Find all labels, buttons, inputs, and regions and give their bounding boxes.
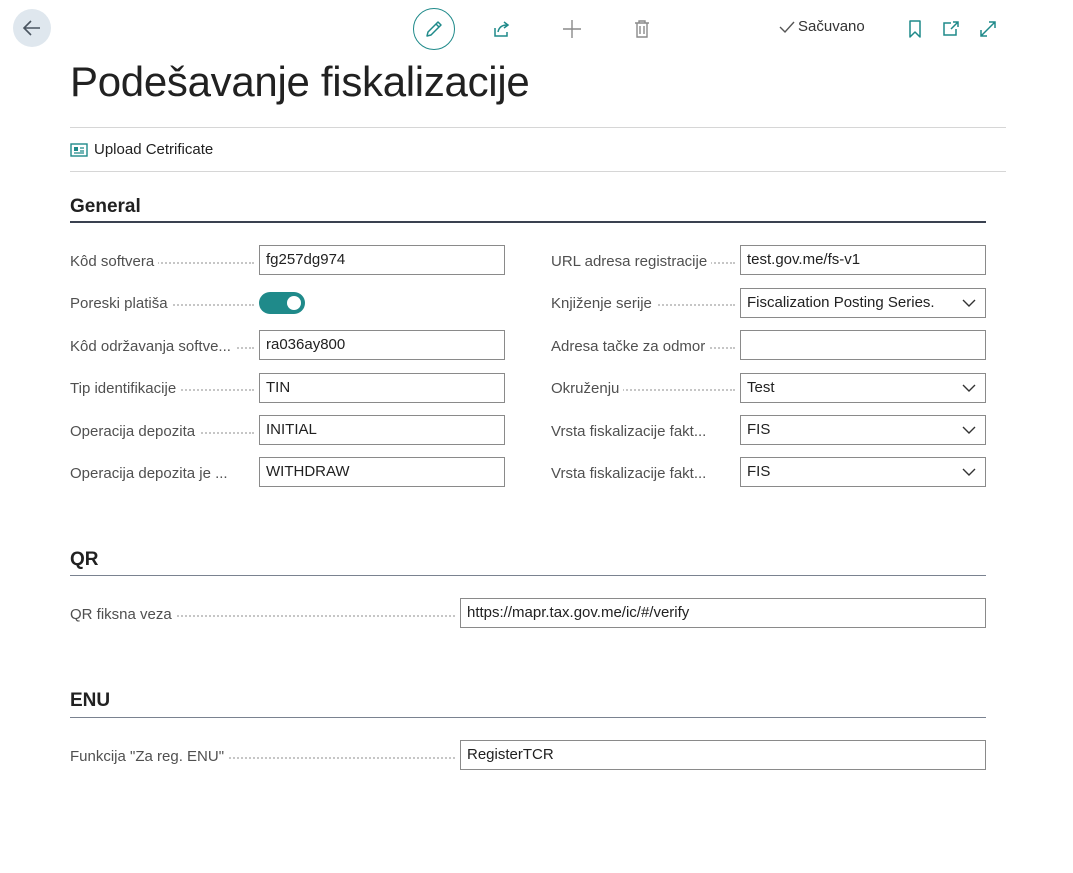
vrsta-fiskalizacije-1-select[interactable]: FIS (740, 415, 986, 445)
field-label-kod-odrzavanja: Kôd održavanja softve... (70, 338, 256, 355)
field-label-tip-identifikacije: Tip identifikacije (70, 380, 181, 397)
tip-identifikacije-input[interactable]: TIN (259, 373, 505, 403)
funkcija-za-reg-enu-input[interactable]: RegisterTCR (460, 740, 986, 770)
share-icon (494, 21, 510, 37)
knjizenje-serije-select[interactable]: Fiscalization Posting Series. (740, 288, 986, 318)
checkmark-icon (779, 21, 795, 33)
bookmark-button[interactable] (896, 10, 934, 48)
kod-softvera-input[interactable]: fg257dg974 (259, 245, 505, 275)
vrsta-fiskalizacije-1-value: FIS (747, 421, 771, 438)
back-button[interactable] (13, 9, 51, 47)
chevron-down-icon (962, 468, 976, 476)
share-button[interactable] (483, 10, 521, 48)
section-enu-line (70, 717, 986, 718)
upload-certificate-label: Upload Cetrificate (94, 141, 214, 158)
adresa-tacke-input[interactable] (740, 330, 986, 360)
certificate-icon (70, 142, 88, 157)
toggle-knob (287, 296, 301, 310)
bookmark-icon (909, 20, 921, 38)
chevron-down-icon (962, 299, 976, 307)
open-in-new-icon (943, 21, 959, 36)
section-qr-title: QR (70, 549, 99, 570)
kod-odrzavanja-input[interactable]: ra036ay800 (259, 330, 505, 360)
upload-certificate-action[interactable]: Upload Cetrificate (70, 141, 213, 158)
chevron-down-icon (962, 384, 976, 392)
field-label-knjizenje-serije: Knjiženje serije (551, 295, 656, 312)
vrsta-fiskalizacije-2-value: FIS (747, 463, 771, 480)
divider-actions (70, 171, 1006, 172)
plus-icon (563, 20, 581, 38)
field-label-vrsta-fiskalizacije-1: Vrsta fiskalizacije fakt... (551, 423, 737, 440)
section-general-line (70, 221, 986, 223)
field-label-kod-softvera: Kôd softvera (70, 253, 159, 270)
section-general-title: General (70, 196, 141, 217)
expand-button[interactable] (969, 10, 1007, 48)
pencil-icon (426, 21, 442, 37)
trash-icon (635, 20, 649, 38)
field-label-operacija-depozita-je: Operacija depozita je ... (70, 465, 256, 482)
new-button[interactable] (553, 10, 591, 48)
poreski-platisa-toggle[interactable] (259, 292, 305, 314)
edit-button[interactable] (413, 8, 455, 50)
back-arrow-icon (22, 20, 40, 36)
field-label-vrsta-fiskalizacije-2: Vrsta fiskalizacije fakt... (551, 465, 737, 482)
expand-icon (980, 21, 996, 37)
divider-top (70, 127, 1006, 128)
knjizenje-serije-value: Fiscalization Posting Series. (747, 294, 935, 311)
saved-status: Sačuvano (778, 18, 865, 35)
field-label-funkcija-za-reg-enu: Funkcija "Za reg. ENU" (70, 748, 229, 765)
vrsta-fiskalizacije-2-select[interactable]: FIS (740, 457, 986, 487)
field-label-url-adresa: URL adresa registracije (551, 253, 712, 270)
okruzenju-value: Test (747, 379, 775, 396)
field-label-operacija-depozita: Operacija depozita (70, 423, 200, 440)
field-label-poreski-platisa: Poreski platiša (70, 295, 172, 312)
field-label-qr-fiksna-veza: QR fiksna veza (70, 606, 176, 623)
qr-fiksna-veza-input[interactable]: https://mapr.tax.gov.me/ic/#/verify (460, 598, 986, 628)
field-label-adresa-tacke: Adresa tačke za odmor (551, 338, 710, 355)
okruzenju-select[interactable]: Test (740, 373, 986, 403)
url-adresa-input[interactable]: test.gov.me/fs-v1 (740, 245, 986, 275)
chevron-down-icon (962, 426, 976, 434)
delete-button[interactable] (623, 10, 661, 48)
section-qr-line (70, 575, 986, 576)
operacija-depozita-input[interactable]: INITIAL (259, 415, 505, 445)
field-label-okruzenju: Okruženju (551, 380, 624, 397)
saved-label: Sačuvano (798, 18, 865, 35)
operacija-depozita-je-input[interactable]: WITHDRAW (259, 457, 505, 487)
open-new-window-button[interactable] (932, 10, 970, 48)
page-title: Podešavanje fiskalizacije (70, 58, 530, 105)
section-enu-title: ENU (70, 690, 111, 711)
